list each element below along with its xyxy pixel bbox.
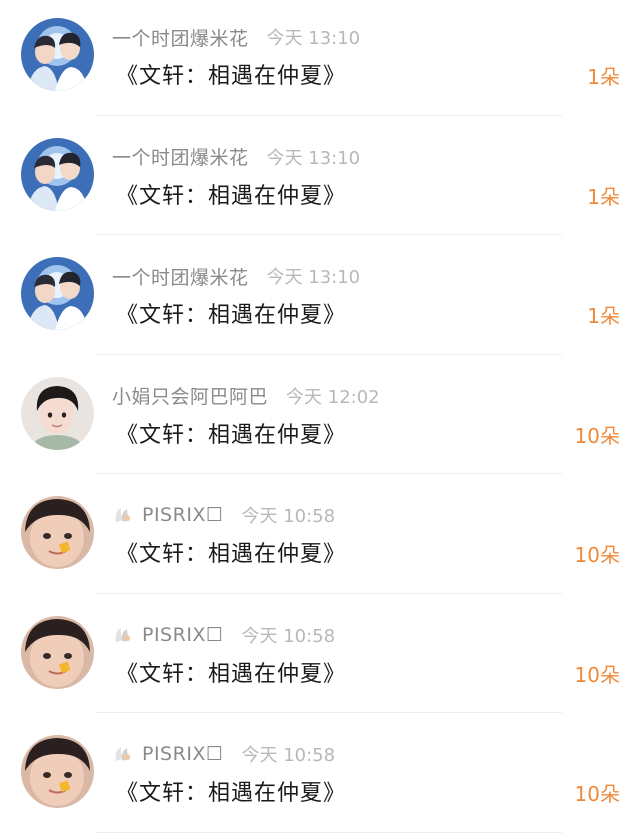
gift-name: 《文轩：相遇在仲夏》	[116, 542, 347, 567]
gift-count: 1朵	[587, 65, 620, 89]
gift-name: 《文轩：相遇在仲夏》	[116, 661, 347, 687]
gift-name: 《文轩：相遇在仲夏》	[116, 422, 347, 448]
list-item[interactable]: 一个时团爆米花 今天 13:10 《文轩：相遇在仲夏》 1朵	[0, 120, 640, 240]
divider	[96, 473, 562, 474]
duo-avatar-icon[interactable]	[21, 257, 94, 330]
face-avatar-icon[interactable]	[21, 735, 94, 808]
list-item[interactable]: 一个时团爆米花 今天 13:10 《文轩：相遇在仲夏》 1朵	[0, 0, 640, 120]
gift-count: 1朵	[587, 304, 620, 328]
timestamp: 今天 10:58	[241, 506, 336, 527]
timestamp: 今天 10:58	[241, 745, 336, 766]
gift-name: 《文轩：相遇在仲夏》	[116, 183, 347, 209]
gift-count: 10朵	[574, 543, 620, 567]
record-meta: 一个时团爆米花 今天 13:10	[112, 263, 360, 289]
face-avatar-icon[interactable]	[21, 615, 94, 689]
user-name[interactable]: 一个时团爆米花	[112, 263, 249, 290]
list-item[interactable]: PISRIX☐ 今天 10:58 《文轩：相遇在仲夏》 10朵	[0, 598, 640, 718]
fan-badge-icon	[112, 624, 134, 646]
duo-avatar-icon[interactable]	[21, 18, 94, 91]
gift-count: 10朵	[574, 662, 620, 687]
timestamp: 今天 10:58	[241, 625, 336, 647]
list-item[interactable]: 一个时团爆米花 今天 13:10 《文轩：相遇在仲夏》 1朵	[0, 239, 640, 359]
user-name[interactable]: 一个时团爆米花	[112, 143, 249, 170]
user-name[interactable]: PISRIX☐	[142, 504, 223, 526]
timestamp: 今天 13:10	[266, 28, 361, 49]
record-meta: PISRIX☐ 今天 10:58	[112, 741, 335, 767]
record-meta: 小娟只会阿巴阿巴 今天 12:02	[112, 383, 380, 409]
divider	[96, 114, 562, 116]
user-name[interactable]: 小娟只会阿巴阿巴	[112, 382, 268, 409]
record-meta: 一个时团爆米花 今天 13:10	[112, 24, 360, 50]
user-name[interactable]: PISRIX☐	[142, 624, 223, 646]
divider	[96, 234, 562, 235]
list-item[interactable]: PISRIX☐ 今天 10:58 《文轩：相遇在仲夏》 10朵	[0, 478, 640, 598]
gift-name: 《文轩：相遇在仲夏》	[116, 64, 347, 89]
duo-avatar-icon[interactable]	[21, 137, 94, 211]
divider	[96, 712, 562, 713]
divider	[96, 831, 562, 833]
timestamp: 今天 12:02	[286, 386, 380, 408]
gift-count: 10朵	[574, 782, 620, 806]
record-meta: 一个时团爆米花 今天 13:10	[112, 144, 360, 170]
timestamp: 今天 13:10	[266, 267, 361, 288]
gift-record-list: 一个时团爆米花 今天 13:10 《文轩：相遇在仲夏》 1朵 一个时团爆米花 今…	[0, 0, 640, 837]
gift-name: 《文轩：相遇在仲夏》	[116, 781, 347, 806]
list-item[interactable]: 小娟只会阿巴阿巴 今天 12:02 《文轩：相遇在仲夏》 10朵	[0, 359, 640, 479]
divider	[96, 353, 562, 355]
gift-count: 10朵	[574, 423, 620, 448]
divider	[96, 592, 562, 594]
gift-count: 1朵	[587, 184, 620, 209]
list-item[interactable]: PISRIX☐ 今天 10:58 《文轩：相遇在仲夏》 10朵	[0, 717, 640, 837]
face-avatar-icon[interactable]	[21, 496, 94, 569]
user-name[interactable]: 一个时团爆米花	[112, 24, 249, 51]
user-name[interactable]: PISRIX☐	[142, 743, 223, 765]
portrait-avatar-icon[interactable]	[21, 376, 94, 450]
fan-badge-icon	[112, 504, 134, 526]
timestamp: 今天 13:10	[266, 147, 361, 169]
fan-badge-icon	[112, 743, 134, 765]
record-meta: PISRIX☐ 今天 10:58	[112, 502, 335, 528]
record-meta: PISRIX☐ 今天 10:58	[112, 622, 335, 648]
gift-name: 《文轩：相遇在仲夏》	[116, 303, 347, 328]
